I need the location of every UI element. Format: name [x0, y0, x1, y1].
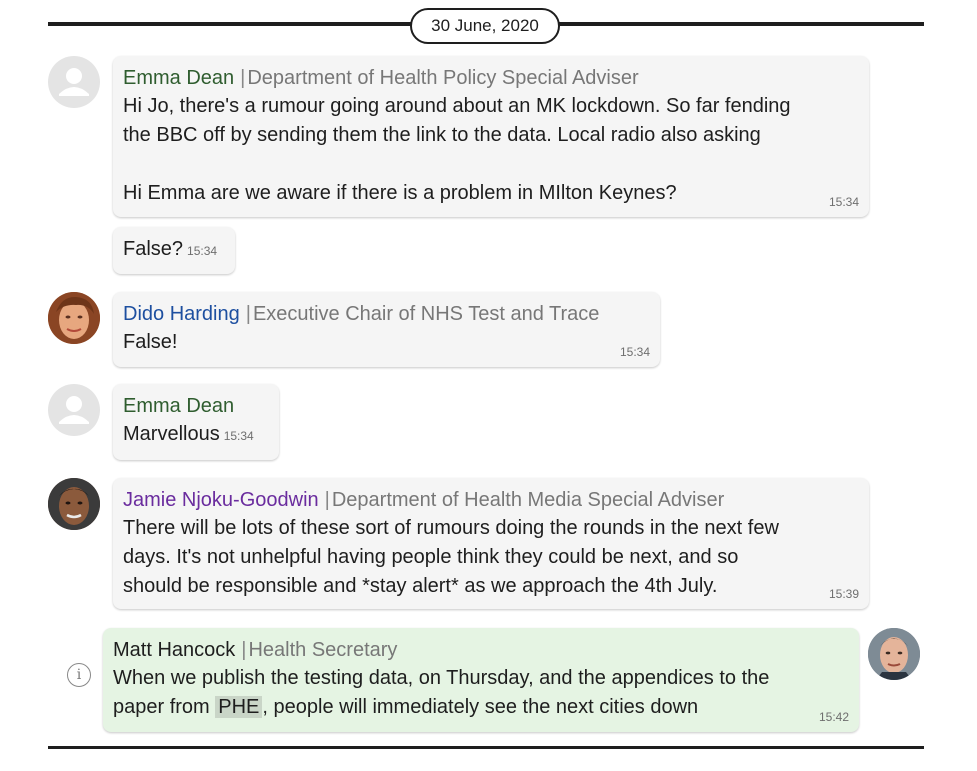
message-header: Matt Hancock | Health Secretary: [113, 639, 398, 661]
message-bubble: False? 15:34: [113, 227, 235, 274]
message-time: 15:39: [828, 587, 859, 601]
message-time: 15:34: [223, 429, 254, 443]
message-time: 15:34: [828, 195, 859, 209]
sender-role: Health Secretary: [248, 639, 398, 661]
message-bubble: Emma Dean | Department of Health Policy Sp…: [113, 56, 869, 217]
matt-hancock-photo: [868, 628, 920, 680]
info-icon[interactable]: i: [67, 663, 91, 687]
message-header: Emma Dean | Department of Health Policy Sp…: [123, 67, 639, 89]
message-time: 15:42: [818, 710, 849, 724]
message-bubble: Emma Dean Marvellous 15:34: [113, 384, 279, 460]
message-header: Jamie Njoku-Goodwin | Department of Health…: [123, 489, 725, 511]
sender-name: Emma Dean: [123, 395, 235, 417]
message-text: Hi Jo, there's a rumour going around abo…: [123, 95, 791, 204]
avatar-emma-dean[interactable]: [48, 384, 100, 436]
sender-name: Matt Hancock: [113, 639, 236, 661]
sender-role: Department of Health Policy Special Advi…: [247, 67, 639, 89]
sender-name: Dido Harding: [123, 303, 240, 325]
message-bubble: Jamie Njoku-Goodwin | Department of Health…: [113, 478, 869, 609]
avatar-matt-hancock[interactable]: [868, 628, 920, 680]
dido-harding-photo: [48, 292, 100, 344]
jamie-njoku-goodwin-photo: [48, 478, 100, 530]
person-silhouette-icon: [59, 396, 89, 424]
avatar-jamie-njoku-goodwin[interactable]: [48, 478, 100, 530]
sender-role: Executive Chair of NHS Test and Trace: [252, 303, 600, 325]
bottom-divider: [48, 746, 924, 749]
message-header: Dido Harding | Executive Chair of NHS Test…: [123, 303, 600, 325]
message-header: Emma Dean: [123, 392, 269, 420]
message-text: There will be lots of these sort of rumo…: [123, 517, 779, 597]
message-text: False?: [123, 238, 184, 260]
date-label: 30 June, 2020: [410, 8, 560, 44]
message-text: When we publish the testing data, on Thu…: [113, 667, 770, 718]
message-text: Marvellous: [123, 423, 220, 445]
avatar-emma-dean[interactable]: [48, 56, 100, 108]
sender-name: Emma Dean: [123, 67, 235, 89]
message-time: 15:34: [619, 345, 650, 359]
person-silhouette-icon: [59, 68, 89, 96]
sender-name: Jamie Njoku-Goodwin: [123, 489, 319, 511]
message-time: 15:34: [187, 244, 218, 258]
avatar-dido-harding[interactable]: [48, 292, 100, 344]
message-text: False!: [123, 331, 178, 353]
highlighted-term[interactable]: PHE: [215, 696, 263, 718]
message-bubble-own: Matt Hancock | Health Secretary When we pu…: [103, 628, 859, 732]
sender-role: Department of Health Media Special Advis…: [331, 489, 725, 511]
message-bubble: Dido Harding | Executive Chair of NHS Test…: [113, 292, 660, 367]
